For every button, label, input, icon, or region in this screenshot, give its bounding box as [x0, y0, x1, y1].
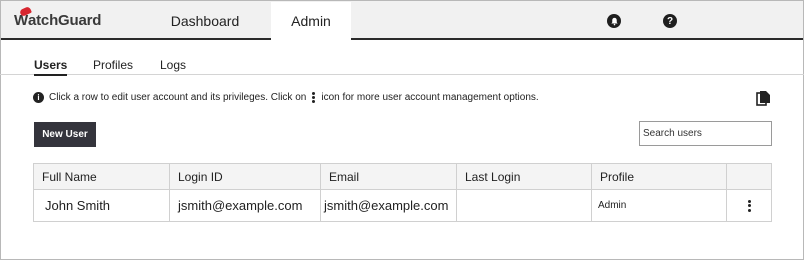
- cell-profile: Admin: [592, 190, 727, 221]
- column-header-actions: [727, 164, 771, 189]
- help-icon[interactable]: ?: [663, 14, 677, 28]
- cell-last-login: [457, 190, 592, 221]
- column-header-full-name[interactable]: Full Name: [34, 164, 170, 189]
- notification-bell-icon[interactable]: [607, 14, 621, 28]
- vertical-ellipsis-icon: [308, 92, 318, 103]
- info-icon: i: [33, 92, 44, 103]
- top-navigation-bar: W atchGuard Dashboard Admin ?: [1, 1, 803, 40]
- search-users-input[interactable]: [639, 121, 772, 146]
- column-header-profile[interactable]: Profile: [592, 164, 727, 189]
- column-header-last-login[interactable]: Last Login: [457, 164, 592, 189]
- new-user-button[interactable]: New User: [34, 122, 96, 147]
- tab-logs[interactable]: Logs: [160, 58, 186, 75]
- nav-tab-dashboard[interactable]: Dashboard: [139, 2, 271, 40]
- column-header-email[interactable]: Email: [321, 164, 457, 189]
- row-actions-cell: [727, 190, 771, 221]
- table-row[interactable]: John Smith jsmith@example.com jsmith@exa…: [34, 190, 771, 221]
- cell-full-name: John Smith: [34, 190, 170, 221]
- tab-profiles[interactable]: Profiles: [93, 58, 133, 75]
- logo-text: atchGuard: [28, 11, 102, 29]
- watchguard-logo: W atchGuard: [14, 6, 102, 30]
- table-header-row: Full Name Login ID Email Last Login Prof…: [34, 164, 771, 190]
- logo-mark: W: [14, 6, 32, 29]
- cell-email: jsmith@example.com: [321, 190, 457, 221]
- users-table: Full Name Login ID Email Last Login Prof…: [33, 163, 772, 222]
- copy-icon[interactable]: [756, 90, 771, 106]
- info-message: i Click a row to edit user account and i…: [33, 92, 539, 103]
- cell-login-id: jsmith@example.com: [170, 190, 321, 221]
- nav-tab-admin[interactable]: Admin: [271, 2, 351, 40]
- info-text-before: Click a row to edit user account and its…: [49, 92, 307, 103]
- sub-navigation: Users Profiles Logs: [0, 58, 804, 76]
- tab-users[interactable]: Users: [34, 58, 68, 76]
- info-text-after: icon for more user account management op…: [321, 92, 539, 103]
- row-more-options-icon[interactable]: [744, 199, 754, 212]
- column-header-login-id[interactable]: Login ID: [170, 164, 321, 189]
